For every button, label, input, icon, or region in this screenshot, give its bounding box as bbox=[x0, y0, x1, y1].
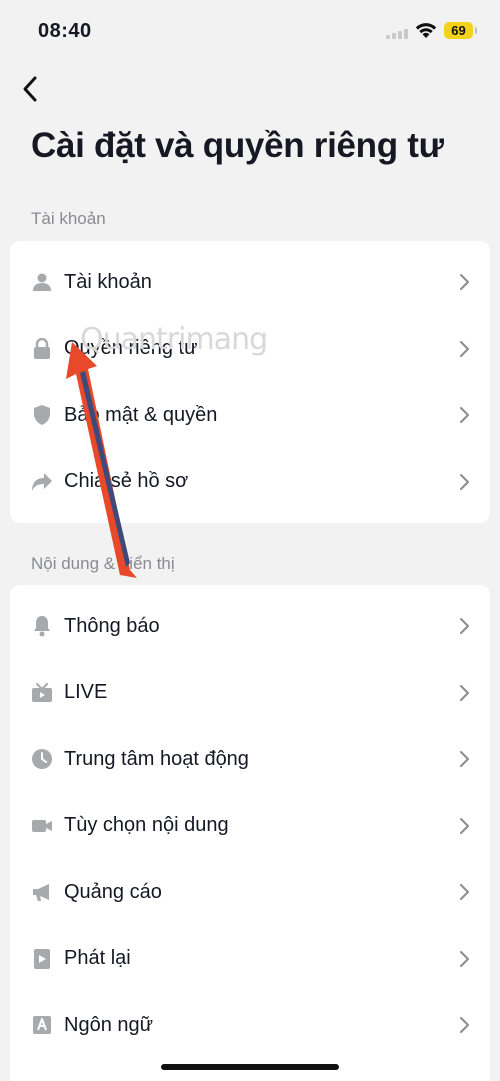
megaphone-icon bbox=[31, 881, 53, 903]
content-display-card: Thông báo LIVE Trung tâm hoạt động Tùy c… bbox=[10, 585, 490, 1081]
chevron-right-icon bbox=[460, 950, 469, 967]
shield-icon bbox=[31, 404, 53, 426]
account-card: Tài khoản Quyền riêng tư Bảo mật & quyền… bbox=[10, 241, 490, 523]
chevron-right-icon bbox=[460, 751, 469, 768]
back-arrow-icon[interactable] bbox=[16, 72, 46, 106]
settings-item-ads[interactable]: Quảng cáo bbox=[10, 859, 490, 926]
status-bar: 08:40 69 bbox=[0, 0, 500, 62]
chevron-right-icon bbox=[460, 884, 469, 901]
person-icon bbox=[31, 271, 53, 293]
chevron-right-icon bbox=[460, 473, 469, 490]
settings-item-content-preferences[interactable]: Tùy chọn nội dung bbox=[10, 793, 490, 860]
watermark: Quantrimang bbox=[80, 322, 268, 357]
chevron-right-icon bbox=[460, 817, 469, 834]
battery-indicator: 69 bbox=[444, 22, 477, 39]
chevron-right-icon bbox=[460, 684, 469, 701]
settings-item-label: Trung tâm hoạt động bbox=[64, 747, 249, 770]
section-label-account: Tài khoản bbox=[31, 209, 106, 228]
tv-icon bbox=[31, 682, 53, 704]
settings-item-activity-center[interactable]: Trung tâm hoạt động bbox=[10, 726, 490, 793]
video-camera-icon bbox=[31, 815, 53, 837]
chevron-right-icon bbox=[460, 618, 469, 635]
settings-item-label: LIVE bbox=[64, 681, 108, 704]
chevron-right-icon bbox=[460, 1017, 469, 1034]
settings-item-playback[interactable]: Phát lại bbox=[10, 926, 490, 993]
settings-item-label: Phát lại bbox=[64, 947, 131, 970]
settings-item-account[interactable]: Tài khoản bbox=[10, 249, 490, 316]
status-time: 08:40 bbox=[38, 20, 92, 42]
settings-item-label: Bảo mật & quyền bbox=[64, 403, 218, 426]
language-icon bbox=[31, 1014, 53, 1036]
section-label-content-display: Nội dung & hiển thị bbox=[31, 554, 175, 573]
settings-item-live[interactable]: LIVE bbox=[10, 660, 490, 727]
play-icon bbox=[31, 948, 53, 970]
cellular-signal-icon bbox=[386, 29, 408, 39]
settings-item-language[interactable]: Ngôn ngữ bbox=[10, 992, 490, 1059]
settings-item-label: Tùy chọn nội dung bbox=[64, 814, 229, 837]
page-title: Cài đặt và quyền riêng tư bbox=[31, 126, 444, 165]
share-icon bbox=[31, 471, 53, 493]
chevron-right-icon bbox=[460, 340, 469, 357]
clock-icon bbox=[31, 748, 53, 770]
chevron-right-icon bbox=[460, 274, 469, 291]
settings-item-label: Ngôn ngữ bbox=[64, 1013, 154, 1036]
home-indicator bbox=[161, 1064, 339, 1070]
settings-item-share-profile[interactable]: Chia sẻ hồ sơ bbox=[10, 449, 490, 516]
wifi-icon bbox=[415, 23, 437, 38]
settings-item-label: Quảng cáo bbox=[64, 880, 162, 903]
chevron-right-icon bbox=[460, 407, 469, 424]
bell-icon bbox=[31, 615, 53, 637]
settings-item-notifications[interactable]: Thông báo bbox=[10, 593, 490, 660]
settings-item-label: Chia sẻ hồ sơ bbox=[64, 470, 189, 493]
lock-icon bbox=[31, 337, 53, 360]
settings-item-security[interactable]: Bảo mật & quyền bbox=[10, 382, 490, 449]
settings-item-label: Thông báo bbox=[64, 614, 160, 637]
settings-item-label: Tài khoản bbox=[64, 270, 152, 293]
